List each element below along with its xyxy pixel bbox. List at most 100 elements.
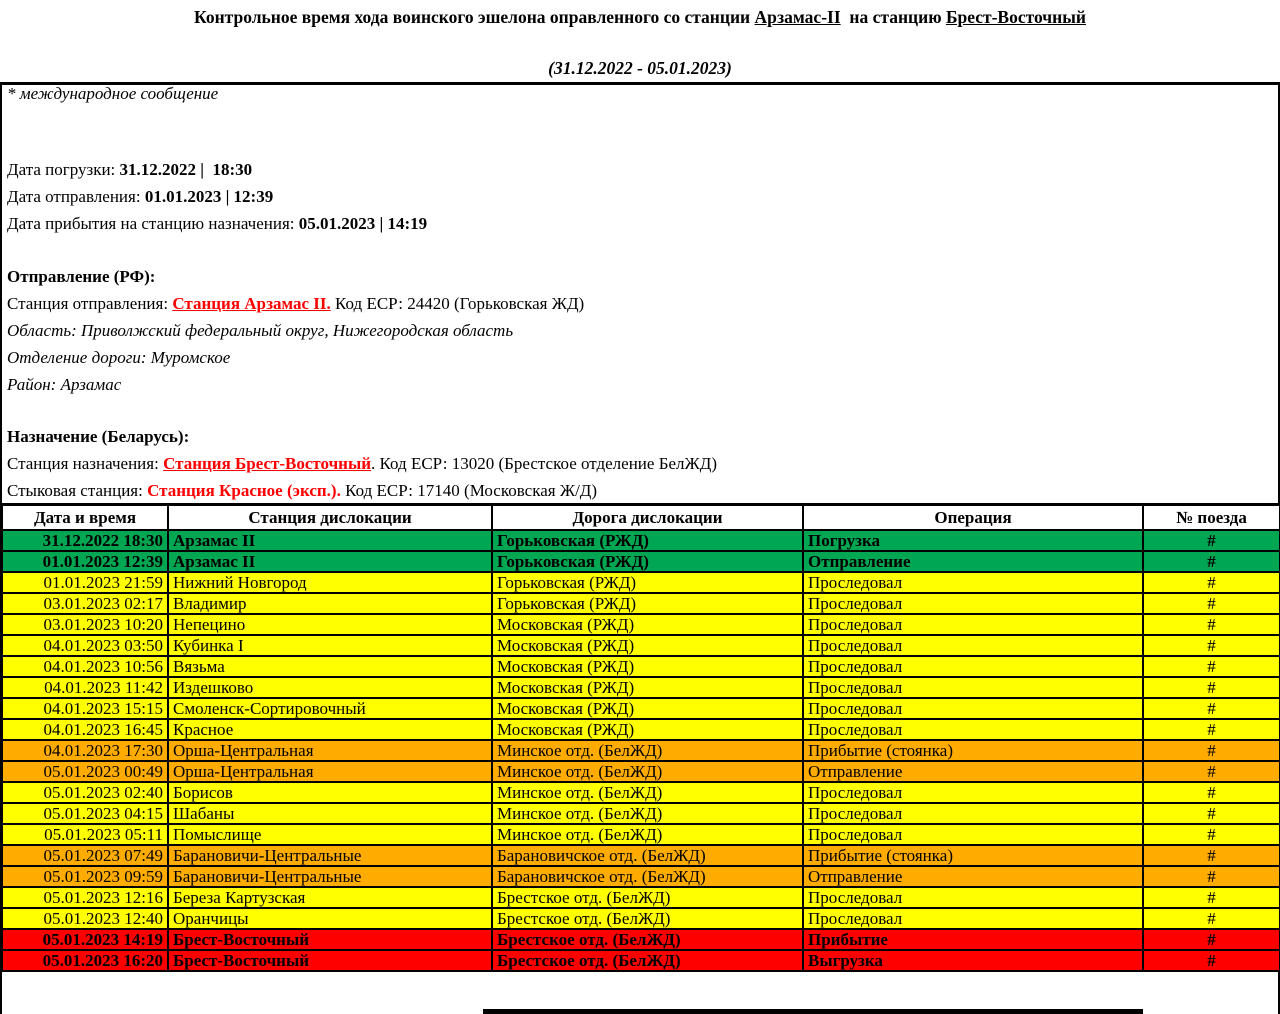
cell-operation: Проследовал	[803, 656, 1143, 677]
cell-date: 05.01.2023 02:40	[2, 782, 168, 803]
cell-road: Брестское отд. (БелЖД)	[492, 908, 803, 929]
cell-date: 04.01.2023 10:56	[2, 656, 168, 677]
departure-station-rest: Код ЕСР: 24420 (Горьковская ЖД)	[331, 294, 584, 313]
cell-road: Брестское отд. (БелЖД)	[492, 950, 803, 971]
loading-date-label: Дата погрузки:	[7, 160, 120, 179]
cell-road: Минское отд. (БелЖД)	[492, 761, 803, 782]
cell-date: 05.01.2023 12:16	[2, 887, 168, 908]
cell-date: 04.01.2023 17:30	[2, 740, 168, 761]
cell-train: #	[1143, 656, 1280, 677]
cell-operation: Проследовал	[803, 614, 1143, 635]
page-title: Контрольное время хода воинского эшелона…	[0, 7, 1280, 28]
departure-station-link[interactable]: Станция Арзамас II.	[172, 294, 330, 313]
cell-station: Орша-Центральная	[168, 740, 492, 761]
cell-operation: Выгрузка	[803, 950, 1143, 971]
cell-operation: Проследовал	[803, 908, 1143, 929]
cell-operation: Проследовал	[803, 698, 1143, 719]
departure-station-label: Станция отправления:	[7, 294, 172, 313]
train-table-body: 31.12.2022 18:30Арзамас IIГорьковская (Р…	[2, 530, 1280, 971]
column-header: № поезда	[1143, 505, 1280, 530]
table-row: 04.01.2023 15:15Смоленск-СортировочныйМо…	[2, 698, 1280, 719]
cell-road: Московская (РЖД)	[492, 614, 803, 635]
table-row: 01.01.2023 12:39Арзамас IIГорьковская (Р…	[2, 551, 1280, 572]
destination-station-line: Станция назначения: Станция Брест-Восточ…	[7, 450, 717, 477]
title-from-station: Арзамас-II	[755, 7, 841, 27]
cell-date: 04.01.2023 03:50	[2, 635, 168, 656]
destination-heading: Назначение (Беларусь):	[7, 423, 717, 450]
cell-station: Орша-Центральная	[168, 761, 492, 782]
departure-region-line: Область: Приволжский федеральный округ, …	[7, 317, 584, 344]
cell-date: 05.01.2023 09:59	[2, 866, 168, 887]
cell-date: 04.01.2023 11:42	[2, 677, 168, 698]
table-row: 05.01.2023 14:19Брест-ВосточныйБрестское…	[2, 929, 1280, 950]
table-row: 04.01.2023 16:45КрасноеМосковская (РЖД)П…	[2, 719, 1280, 740]
cell-road: Горьковская (РЖД)	[492, 530, 803, 551]
cell-station: Оранчицы	[168, 908, 492, 929]
column-header: Станция дислокации	[168, 505, 492, 530]
cell-date: 01.01.2023 12:39	[2, 551, 168, 572]
departure-division-line: Отделение дороги: Муромское	[7, 344, 584, 371]
cell-operation: Проследовал	[803, 593, 1143, 614]
table-row: 31.12.2022 18:30Арзамас IIГорьковская (Р…	[2, 530, 1280, 551]
cell-train: #	[1143, 824, 1280, 845]
cell-station: Непецино	[168, 614, 492, 635]
table-row: 05.01.2023 12:16Береза КартузскаяБрестск…	[2, 887, 1280, 908]
junction-station-name: Станция Красное (эксп.).	[147, 481, 341, 500]
cell-date: 04.01.2023 16:45	[2, 719, 168, 740]
cell-road: Горьковская (РЖД)	[492, 593, 803, 614]
cell-train: #	[1143, 677, 1280, 698]
table-row: 03.01.2023 10:20НепециноМосковская (РЖД)…	[2, 614, 1280, 635]
cell-operation: Проследовал	[803, 677, 1143, 698]
cell-station: Арзамас II	[168, 530, 492, 551]
cell-date: 05.01.2023 14:19	[2, 929, 168, 950]
destination-station-link[interactable]: Станция Брест-Восточный	[163, 454, 371, 473]
cell-date: 04.01.2023 15:15	[2, 698, 168, 719]
cell-train: #	[1143, 929, 1280, 950]
cell-operation: Проследовал	[803, 803, 1143, 824]
arrival-date-value: 05.01.2023 | 14:19	[299, 214, 427, 233]
summary-block: Дата погрузки: 31.12.2022 | 18:30 Дата о…	[7, 156, 427, 237]
cell-operation: Проследовал	[803, 572, 1143, 593]
table-row: 04.01.2023 17:30Орша-ЦентральнаяМинское …	[2, 740, 1280, 761]
cell-station: Борисов	[168, 782, 492, 803]
cell-road: Горьковская (РЖД)	[492, 551, 803, 572]
cell-date: 03.01.2023 02:17	[2, 593, 168, 614]
cell-station: Барановичи-Центральные	[168, 845, 492, 866]
departure-heading: Отправление (РФ):	[7, 263, 584, 290]
cell-operation: Отправление	[803, 866, 1143, 887]
cell-station: Брест-Восточный	[168, 929, 492, 950]
cell-road: Минское отд. (БелЖД)	[492, 782, 803, 803]
cell-station: Смоленск-Сортировочный	[168, 698, 492, 719]
table-row: 05.01.2023 04:15ШабаныМинское отд. (БелЖ…	[2, 803, 1280, 824]
cell-operation: Проследовал	[803, 782, 1143, 803]
title-prefix: Контрольное время хода воинского эшелона…	[194, 7, 755, 27]
cell-station: Шабаны	[168, 803, 492, 824]
cell-road: Московская (РЖД)	[492, 635, 803, 656]
cell-road: Московская (РЖД)	[492, 719, 803, 740]
cell-operation: Прибытие (стоянка)	[803, 740, 1143, 761]
cell-operation: Проследовал	[803, 719, 1143, 740]
cell-train: #	[1143, 803, 1280, 824]
cell-train: #	[1143, 950, 1280, 971]
table-row: 05.01.2023 05:11ПомыслищеМинское отд. (Б…	[2, 824, 1280, 845]
cell-date: 05.01.2023 00:49	[2, 761, 168, 782]
table-row: 04.01.2023 11:42ИздешковоМосковская (РЖД…	[2, 677, 1280, 698]
cell-train: #	[1143, 740, 1280, 761]
cell-road: Брестское отд. (БелЖД)	[492, 887, 803, 908]
column-header: Операция	[803, 505, 1143, 530]
table-row: 04.01.2023 03:50Кубинка IМосковская (РЖД…	[2, 635, 1280, 656]
cell-operation: Проследовал	[803, 635, 1143, 656]
cell-train: #	[1143, 782, 1280, 803]
date-range-subtitle: (31.12.2022 - 05.01.2023)	[0, 58, 1280, 79]
departure-district-line: Район: Арзамас	[7, 371, 584, 398]
loading-date-value: 31.12.2022 | 18:30	[120, 160, 253, 179]
cell-train: #	[1143, 845, 1280, 866]
cell-train: #	[1143, 530, 1280, 551]
departure-date-line: Дата отправления: 01.01.2023 | 12:39	[7, 183, 427, 210]
cell-date: 31.12.2022 18:30	[2, 530, 168, 551]
cell-train: #	[1143, 614, 1280, 635]
cell-date: 05.01.2023 04:15	[2, 803, 168, 824]
table-row: 05.01.2023 09:59Барановичи-ЦентральныеБа…	[2, 866, 1280, 887]
train-schedule-table: Дата и времяСтанция дислокацииДорога дис…	[1, 503, 1280, 972]
cell-operation: Проследовал	[803, 824, 1143, 845]
